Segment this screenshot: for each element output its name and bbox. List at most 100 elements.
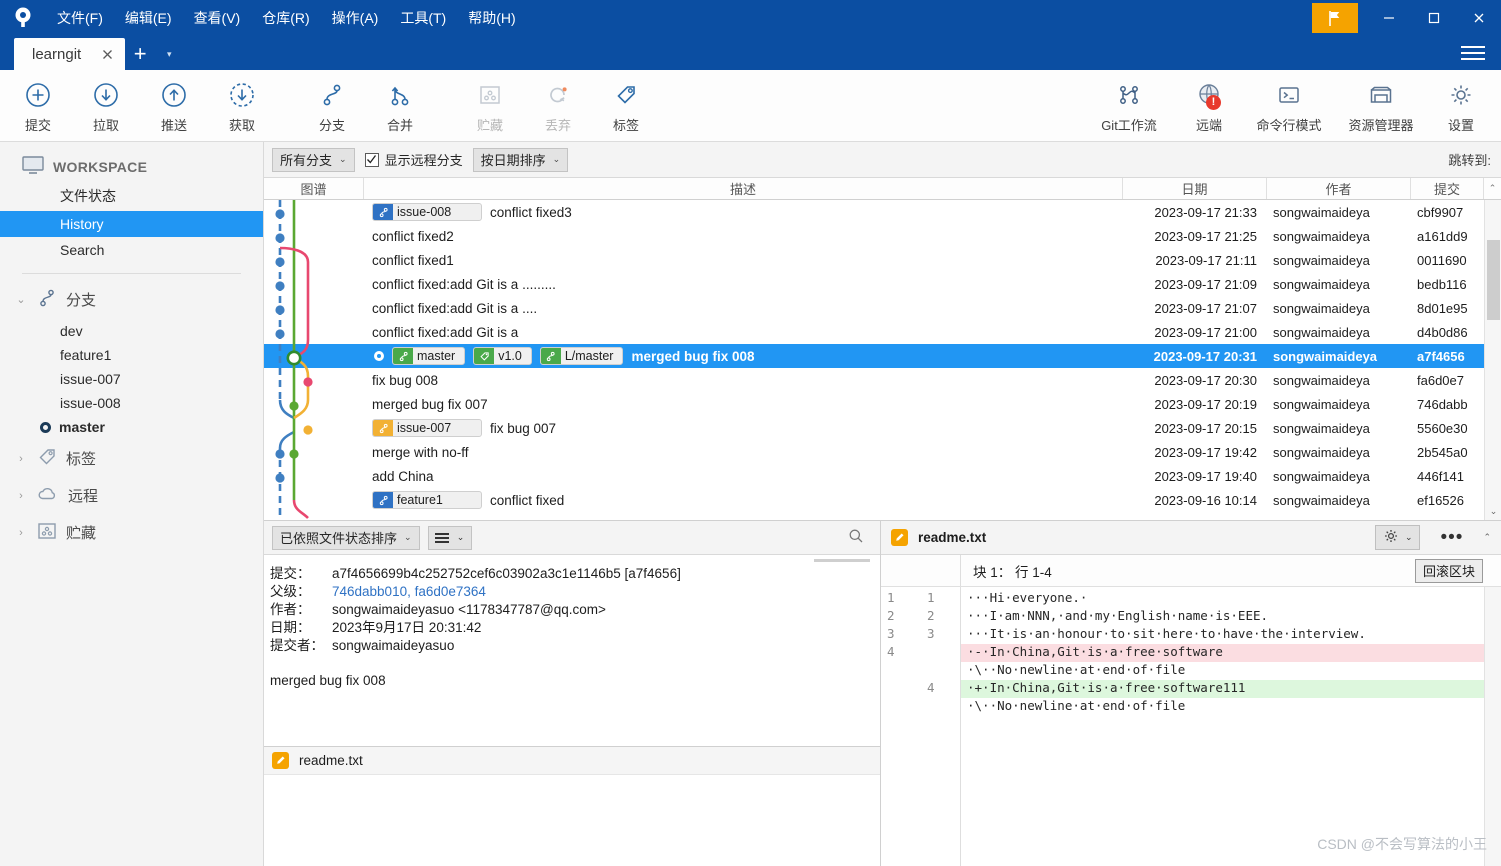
close-button[interactable] [1456, 0, 1501, 36]
maximize-button[interactable] [1411, 0, 1456, 36]
commit-list-scrollbar[interactable]: ⌄ [1484, 200, 1501, 520]
tab-label: learngit [32, 45, 82, 63]
toolbar-gitflow-button[interactable]: Git工作流 [1083, 73, 1175, 139]
toolbar-tag-button[interactable]: 标签 [592, 73, 660, 139]
show-remote-branches-checkbox[interactable]: 显示远程分支 [364, 150, 463, 169]
sidebar-group-tags[interactable]: › 标签 [0, 439, 263, 478]
menu-edit[interactable]: 编辑(E) [114, 4, 183, 32]
line-number-row: 11 [881, 590, 960, 608]
ref-badge-branch[interactable]: issue-007 [372, 419, 482, 437]
gear-icon [1383, 528, 1399, 547]
toolbar-push-button[interactable]: 推送 [140, 73, 208, 139]
menu-repository[interactable]: 仓库(R) [251, 4, 320, 32]
sidebar-branch-issue-007[interactable]: issue-007 [0, 367, 263, 391]
hamburger-menu-icon[interactable] [1461, 42, 1487, 64]
table-row[interactable]: conflict fixed:add Git is a 2023-09-17 2… [264, 320, 1501, 344]
close-icon[interactable] [97, 44, 117, 64]
column-header-author[interactable]: 作者 [1267, 178, 1411, 199]
minimize-button[interactable] [1366, 0, 1411, 36]
toolbar-branch-button[interactable]: 分支 [298, 73, 366, 139]
sidebar-branch-dev[interactable]: dev [0, 319, 263, 343]
table-row-selected[interactable]: master v1.0 L/master merged bug fix 008 [264, 344, 1501, 368]
toolbar-merge-button[interactable]: 合并 [366, 73, 434, 139]
ref-badge-remote-branch[interactable]: L/master [539, 347, 624, 365]
diff-panel: readme.txt ⌄ ••• ⌃ 块 1： 行 1-4 回滚区块 1 1 2… [881, 521, 1501, 866]
sidebar-group-remotes[interactable]: › 远程 [0, 478, 263, 513]
toolbar-explorer-button[interactable]: 资源管理器 [1335, 73, 1427, 139]
file-sort-dropdown[interactable]: 已依照文件状态排序 ⌄ [272, 525, 420, 550]
rollback-hunk-button[interactable]: 回滚区块 [1414, 558, 1483, 583]
commit-date: 2023-09-17 20:19 [1154, 396, 1257, 412]
more-icon[interactable]: ••• [1430, 528, 1473, 547]
toolbar-fetch-button[interactable]: 获取 [208, 73, 276, 139]
commit-message: conflict fixed [490, 492, 565, 508]
toolbar-discard-label: 丢弃 [544, 117, 571, 133]
scrollbar-thumb[interactable] [1487, 240, 1500, 320]
resize-grip[interactable] [814, 559, 870, 562]
sidebar-group-branches[interactable]: ⌄ 分支 [0, 280, 263, 319]
column-header-graph[interactable]: 图谱 [264, 178, 364, 199]
row-description-cell: issue-008 conflict fixed3 [364, 203, 1123, 221]
sidebar-branch-issue-008[interactable]: issue-008 [0, 391, 263, 415]
table-row[interactable]: conflict fixed:add Git is a .... 2023-09… [264, 296, 1501, 320]
view-mode-button[interactable]: ⌄ [427, 525, 472, 550]
detail-value-link[interactable]: 746dabb010, fa6d0e7364 [332, 583, 486, 601]
sidebar-branch-master[interactable]: master [0, 415, 263, 439]
toolbar-terminal-button[interactable]: 命令行模式 [1243, 73, 1335, 139]
column-header-commit[interactable]: 提交 [1411, 178, 1484, 199]
menu-tools[interactable]: 工具(T) [389, 4, 457, 32]
branch-filter-value: 所有分支 [280, 153, 333, 168]
ref-badge-branch[interactable]: issue-008 [372, 203, 482, 221]
sidebar-workspace-header[interactable]: WORKSPACE [0, 152, 263, 181]
sidebar-branch-feature1[interactable]: feature1 [0, 343, 263, 367]
column-header-date[interactable]: 日期 [1123, 178, 1267, 199]
commit-date: 2023-09-17 21:09 [1154, 276, 1257, 292]
toolbar-remote-button[interactable]: ! 远端 [1175, 73, 1243, 139]
tab-learngit[interactable]: learngit [14, 38, 126, 70]
table-row[interactable]: issue-007 fix bug 007 2023-09-17 20:15 s… [264, 416, 1501, 440]
menu-view[interactable]: 查看(V) [183, 4, 252, 32]
table-row[interactable]: merged bug fix 007 2023-09-17 20:19 song… [264, 392, 1501, 416]
chevron-down-icon[interactable]: ▾ [155, 38, 183, 70]
scroll-down-arrow-icon[interactable]: ⌄ [1485, 503, 1501, 520]
toolbar-settings-button[interactable]: 设置 [1427, 73, 1495, 139]
scroll-up-arrow-icon[interactable]: ⌃ [1484, 178, 1501, 199]
table-row[interactable]: conflict fixed2 2023-09-17 21:25 songwai… [264, 224, 1501, 248]
search-icon[interactable] [848, 528, 864, 547]
main-toolbar: 提交 拉取 推送 获取 分支 合并 贮藏 丢弃 标签 Git工作流 ! 远端 命… [0, 70, 1501, 142]
sidebar-item-history[interactable]: History [0, 211, 263, 237]
commit-message: conflict fixed3 [490, 204, 572, 220]
commit-detail-fields: 提交： a7f4656699b4c252752cef6c03902a3c1e11… [264, 555, 880, 746]
add-tab-button[interactable]: + [125, 38, 155, 70]
sidebar-item-file-status[interactable]: 文件状态 [0, 181, 263, 211]
sidebar-group-stashes[interactable]: › 贮藏 [0, 513, 263, 552]
table-row[interactable]: issue-008 conflict fixed3 2023-09-17 21:… [264, 200, 1501, 224]
table-row[interactable]: feature1 conflict fixed 2023-09-16 10:14… [264, 488, 1501, 512]
diff-scrollbar[interactable] [1484, 587, 1501, 866]
column-header-description[interactable]: 描述 [364, 178, 1123, 199]
ref-badge-branch[interactable]: feature1 [372, 491, 482, 509]
ref-badge-tag[interactable]: v1.0 [473, 347, 532, 365]
table-row[interactable]: fix bug 008 2023-09-17 20:30 songwaimaid… [264, 368, 1501, 392]
menu-actions[interactable]: 操作(A) [321, 4, 390, 32]
toolbar-commit-button[interactable]: 提交 [4, 73, 72, 139]
flag-button[interactable] [1312, 3, 1358, 33]
table-row[interactable]: add China 2023-09-17 19:40 songwaimaidey… [264, 464, 1501, 488]
scroll-up-arrow-icon[interactable]: ⌃ [1483, 532, 1495, 543]
toolbar-pull-button[interactable]: 拉取 [72, 73, 140, 139]
table-row[interactable]: conflict fixed:add Git is a ......... 20… [264, 272, 1501, 296]
sidebar-group-stashes-label: 贮藏 [66, 525, 97, 542]
table-row[interactable]: conflict fixed1 2023-09-17 21:11 songwai… [264, 248, 1501, 272]
sidebar-item-search[interactable]: Search [0, 237, 263, 263]
menu-help[interactable]: 帮助(H) [457, 4, 526, 32]
ref-badge-branch[interactable]: master [392, 347, 466, 365]
new-line-number: 1 [927, 590, 935, 605]
branch-filter-dropdown[interactable]: 所有分支 ⌄ [272, 147, 355, 172]
sort-mode-dropdown[interactable]: 按日期排序 ⌄ [472, 147, 569, 172]
detail-key: 作者： [270, 602, 311, 617]
list-item[interactable]: readme.txt [264, 747, 880, 775]
table-row[interactable]: merge with no-ff 2023-09-17 19:42 songwa… [264, 440, 1501, 464]
menu-file[interactable]: 文件(F) [46, 4, 114, 32]
ref-label: master [417, 349, 456, 363]
diff-settings-button[interactable]: ⌄ [1374, 525, 1421, 550]
